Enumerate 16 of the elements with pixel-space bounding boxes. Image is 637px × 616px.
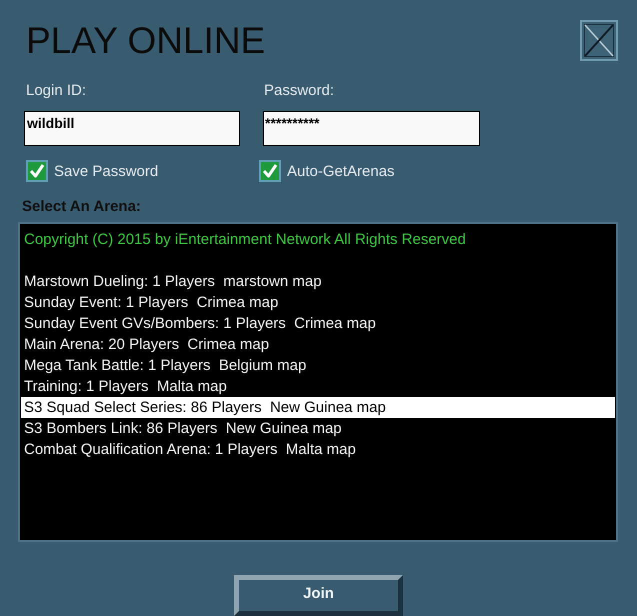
password-field[interactable]: ********** [263, 111, 480, 146]
login-id-field[interactable]: wildbill [24, 111, 240, 146]
arena-list-label: Select An Arena: [22, 198, 141, 215]
close-icon [584, 24, 614, 57]
checkbox-label: Save Password [54, 162, 158, 180]
password-label: Password: [263, 82, 336, 99]
arena-item[interactable]: S3 Squad Select Series: 86 Players New Guinea map [21, 397, 615, 418]
checkbox-label: Auto-GetArenas [287, 162, 395, 180]
arena-list[interactable] [18, 222, 618, 542]
window-title: PLAY ONLINE [26, 22, 266, 59]
checkbox[interactable] [259, 160, 281, 182]
copyright-notice: Copyright (C) 2015 by iEntertainment Network All Rights Reserved [23, 230, 466, 250]
close-button[interactable] [580, 20, 618, 61]
join-button[interactable]: Join [234, 575, 403, 616]
checkbox[interactable] [26, 160, 48, 182]
login-id-label: Login ID: [25, 82, 88, 99]
